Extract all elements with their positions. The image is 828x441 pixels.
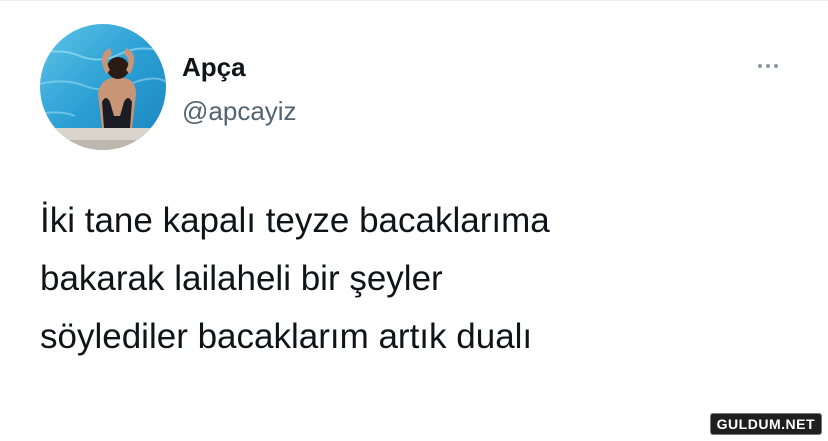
user-handle[interactable]: @apcayiz [182,96,297,126]
more-horizontal-icon [758,64,762,68]
more-options-button[interactable] [748,52,788,80]
more-horizontal-icon-dot [766,64,770,68]
more-horizontal-icon-dot [774,64,778,68]
tweet-line: İki tane kapalı teyze bacaklarıma [40,201,550,240]
tweet-text: İki tane kapalı teyze bacaklarıma bakara… [40,192,800,366]
tweet-line: bakarak lailaheli bir şeyler [40,259,443,298]
watermark-logo: GULDUM.NET [709,413,822,435]
tweet-card: Apça @apcayiz İki tane kapalı teyze baca… [0,0,828,441]
profile-photo-icon [40,24,166,150]
tweet-line: söylediler bacaklarım artık dualı [40,317,533,356]
divider [0,0,828,1]
display-name[interactable]: Apça [182,52,246,82]
avatar[interactable] [40,24,166,150]
